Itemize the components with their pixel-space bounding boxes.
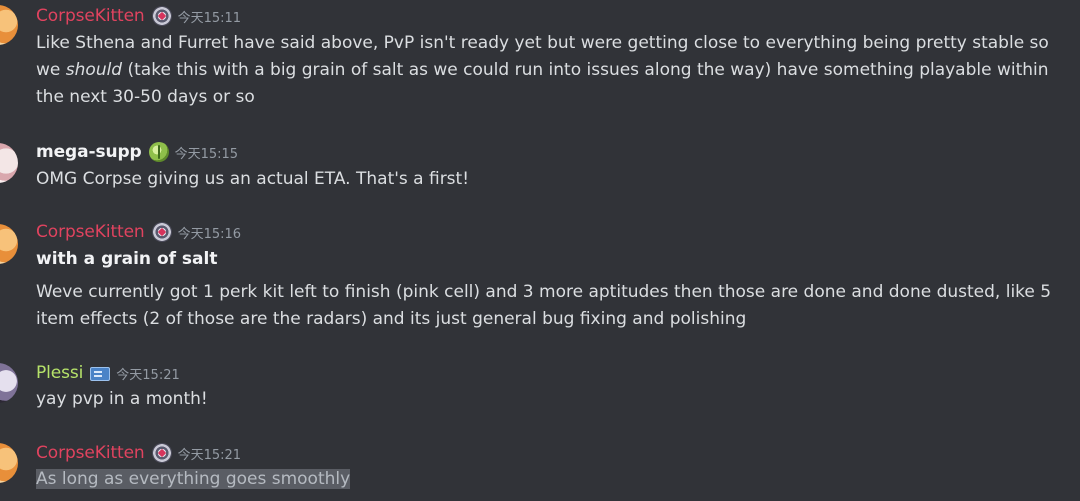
selected-message-text[interactable]: As long as everything goes smoothly	[36, 469, 351, 489]
message-content: yay pvp in a month!	[36, 386, 1071, 413]
message-header: CorpseKitten 今天15:21	[36, 442, 241, 464]
username[interactable]: mega-supp	[36, 142, 142, 162]
timestamp[interactable]: 今天15:21	[116, 364, 179, 383]
message-header: mega-supp 今天15:15	[36, 141, 238, 163]
message-content: OMG Corpse giving us an actual ETA. That…	[36, 166, 1071, 193]
hexagon-badge-icon[interactable]	[151, 222, 172, 242]
message-content: with a grain of salt	[36, 246, 1071, 273]
message-text-italic: should	[65, 60, 123, 80]
timestamp[interactable]: 今天15:11	[178, 7, 241, 26]
avatar[interactable]	[0, 5, 18, 45]
message-text: yay pvp in a month!	[36, 389, 208, 409]
message-header: CorpseKitten 今天15:11	[36, 5, 241, 27]
username[interactable]: Plessi	[36, 363, 83, 383]
message-header: CorpseKitten 今天15:16	[36, 221, 241, 243]
message-content: Weve currently got 1 perk kit left to fi…	[36, 279, 1071, 333]
avatar[interactable]	[0, 143, 18, 183]
avatar[interactable]	[0, 363, 18, 403]
id-card-badge-icon[interactable]	[90, 367, 111, 381]
hexagon-badge-icon[interactable]	[151, 6, 172, 26]
message-content: Like Sthena and Furret have said above, …	[36, 30, 1071, 111]
message-text: (take this with a big grain of salt as w…	[36, 60, 1049, 107]
avatar[interactable]	[0, 443, 18, 483]
message-text: Weve currently got 1 perk kit left to fi…	[36, 282, 1052, 329]
message-bold-line: with a grain of salt	[36, 249, 218, 269]
username[interactable]: CorpseKitten	[36, 6, 145, 26]
timestamp[interactable]: 今天15:16	[178, 223, 241, 242]
avatar[interactable]	[0, 224, 18, 264]
hexagon-badge-icon[interactable]	[151, 443, 172, 463]
message-header: Plessi 今天15:21	[36, 362, 180, 384]
username[interactable]: CorpseKitten	[36, 222, 145, 242]
message-text: OMG Corpse giving us an actual ETA. That…	[36, 169, 470, 189]
timestamp[interactable]: 今天15:15	[175, 143, 238, 162]
melon-badge-icon[interactable]	[148, 142, 169, 162]
username[interactable]: CorpseKitten	[36, 443, 145, 463]
message-content: As long as everything goes smoothly	[36, 466, 1071, 493]
timestamp[interactable]: 今天15:21	[178, 444, 241, 463]
